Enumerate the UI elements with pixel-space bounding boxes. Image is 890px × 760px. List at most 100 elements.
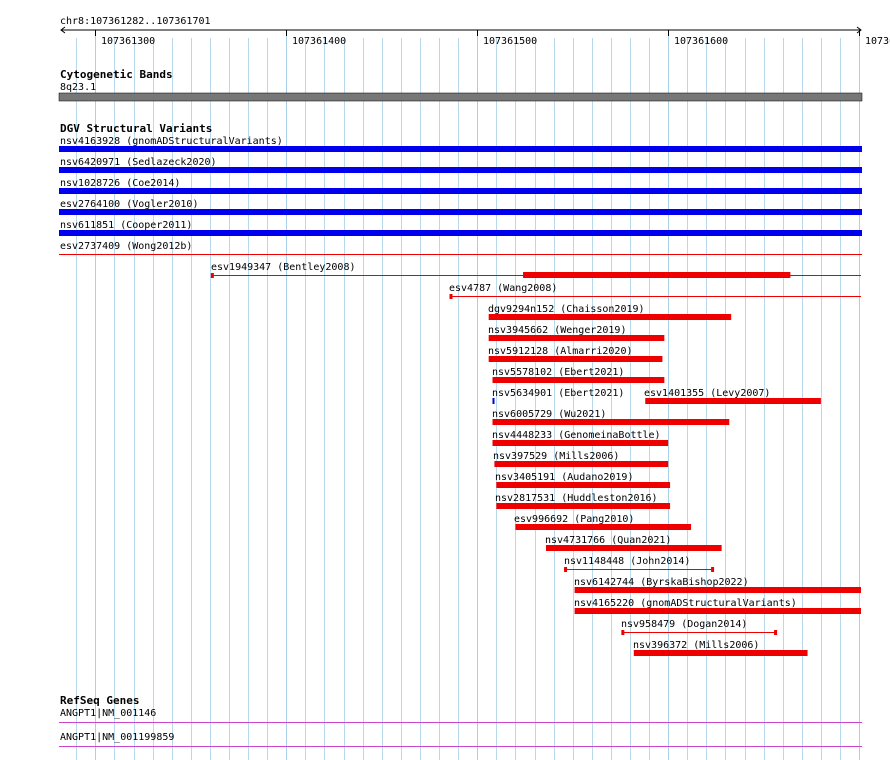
variant-label: nsv611851 (Cooper2011) [60, 220, 192, 231]
variant-bar [633, 650, 808, 656]
variant-feature[interactable]: nsv4165220 (gnomADStructuralVariants) [574, 598, 861, 614]
cytoband-band[interactable] [58, 92, 863, 102]
variant-label: nsv396372 (Mills2006) [633, 640, 759, 651]
ruler-tick-label: 107361300 [101, 36, 155, 47]
variant-label: nsv4163928 (gnomADStructuralVariants) [60, 136, 283, 147]
variant-bar [574, 608, 861, 614]
variant-label: nsv5912128 (Almarri2020) [488, 346, 633, 357]
variant-start-cap [210, 273, 214, 278]
variant-bar [574, 587, 861, 593]
variant-start-cap [564, 567, 568, 572]
variant-bar [59, 188, 862, 194]
variant-label: nsv4165220 (gnomADStructuralVariants) [574, 598, 797, 609]
variant-label: nsv2817531 (Huddleston2016) [495, 493, 658, 504]
dgv-features: nsv4163928 (gnomADStructuralVariants) nsv… [59, 136, 862, 656]
variant-feature[interactable]: nsv397529 (Mills2006) [493, 451, 669, 467]
variant-feature[interactable]: esv996692 (Pang2010) [514, 514, 692, 530]
variant-label: esv996692 (Pang2010) [514, 514, 634, 525]
ruler-ticks: 107361300 107361400 107361500 107361600 1073… [95, 30, 890, 47]
variant-label: esv1949347 (Bentley2008) [211, 262, 356, 273]
variant-label: esv2764100 (Vogler2010) [60, 199, 198, 210]
variant-start-cap [449, 294, 453, 299]
variant-bar [59, 167, 862, 173]
refseq-track-title: RefSeq Genes [60, 694, 139, 707]
variant-bar [488, 335, 665, 341]
variant-feature[interactable]: esv2737409 (Wong2012b) [59, 241, 862, 255]
variant-bar [492, 398, 495, 404]
gene-features: ANGPT1|NM_001146 ANGPT1|NM_001199859 [59, 708, 862, 747]
variant-feature[interactable]: nsv4163928 (gnomADStructuralVariants) [59, 136, 862, 152]
variant-bar [492, 440, 669, 446]
variant-feature[interactable]: esv2764100 (Vogler2010) [59, 199, 862, 215]
variant-label: nsv1028726 (Coe2014) [60, 178, 180, 189]
variant-feature[interactable]: nsv5912128 (Almarri2020) [488, 346, 663, 362]
ruler-tick-label: 107361500 [483, 36, 537, 47]
gene-feature[interactable]: ANGPT1|NM_001199859 [59, 732, 862, 747]
variant-feature[interactable]: nsv1148448 (John2014) [564, 556, 715, 572]
variant-feature[interactable]: nsv6142744 (ByrskaBishop2022) [574, 577, 861, 593]
variant-bar [492, 377, 665, 383]
variant-label: nsv5634901 (Ebert2021) [492, 388, 624, 399]
gene-label: ANGPT1|NM_001146 [60, 708, 156, 719]
variant-feature[interactable]: nsv6420971 (Sedlazeck2020) [59, 157, 862, 173]
cytoband-track: Cytogenetic Bands 8q23.1 [58, 68, 863, 102]
ruler-tick-label: 107361700 [865, 36, 890, 47]
variant-bar [496, 503, 671, 509]
variant-feature[interactable]: nsv5578102 (Ebert2021) [492, 367, 665, 383]
variant-feature[interactable]: nsv6005729 (Wu2021) [492, 409, 730, 425]
variant-feature[interactable]: nsv3405191 (Audano2019) [495, 472, 671, 488]
variant-feature[interactable]: nsv5634901 (Ebert2021) [492, 388, 624, 404]
dgv-track-title: DGV Structural Variants [60, 122, 212, 135]
variant-feature[interactable]: nsv396372 (Mills2006) [633, 640, 808, 656]
variant-bar [488, 314, 732, 320]
variant-label: nsv4731766 (Quan2021) [545, 535, 671, 546]
variant-end-cap [711, 567, 715, 572]
locus-label: chr8:107361282..107361701 [60, 16, 211, 27]
variant-feature[interactable]: esv1949347 (Bentley2008) [210, 262, 861, 278]
variant-label: nsv397529 (Mills2006) [493, 451, 619, 462]
cytoband-track-title: Cytogenetic Bands [60, 68, 173, 81]
variant-label: dgv9294n152 (Chaisson2019) [488, 304, 645, 315]
variant-label: esv4787 (Wang2008) [449, 283, 557, 294]
variant-bar [492, 419, 730, 425]
gene-label: ANGPT1|NM_001199859 [60, 732, 174, 743]
variant-bar [523, 272, 791, 278]
variant-bar [59, 146, 862, 152]
variant-bar [59, 209, 862, 215]
variant-feature[interactable]: nsv958479 (Dogan2014) [621, 619, 778, 635]
variant-feature[interactable]: nsv3945662 (Wenger2019) [488, 325, 665, 341]
variant-feature[interactable]: esv4787 (Wang2008) [449, 283, 861, 299]
variant-feature[interactable]: nsv1028726 (Coe2014) [59, 178, 862, 194]
ruler: chr8:107361282..107361701 107361300 10736… [60, 16, 890, 47]
variant-bar [494, 461, 669, 467]
variant-start-cap [621, 630, 625, 635]
variant-label: esv1401355 (Levy2007) [644, 388, 770, 399]
variant-label: esv2737409 (Wong2012b) [60, 241, 192, 252]
variant-feature[interactable]: dgv9294n152 (Chaisson2019) [488, 304, 732, 320]
variant-label: nsv6142744 (ByrskaBishop2022) [574, 577, 749, 588]
variant-feature[interactable]: nsv611851 (Cooper2011) [59, 220, 862, 236]
variant-bar [645, 398, 821, 404]
variant-label: nsv6420971 (Sedlazeck2020) [60, 157, 217, 168]
variant-label: nsv3405191 (Audano2019) [495, 472, 633, 483]
variant-label: nsv5578102 (Ebert2021) [492, 367, 624, 378]
variant-bar [59, 230, 862, 236]
variant-end-cap [774, 630, 778, 635]
variant-feature[interactable]: nsv4731766 (Quan2021) [545, 535, 722, 551]
variant-feature[interactable]: nsv2817531 (Huddleston2016) [495, 493, 671, 509]
ruler-tick-label: 107361600 [674, 36, 728, 47]
genome-browser-view: chr8:107361282..107361701 107361300 10736… [58, 16, 890, 760]
variant-bar [496, 482, 671, 488]
gene-feature[interactable]: ANGPT1|NM_001146 [59, 708, 862, 723]
variant-label: nsv6005729 (Wu2021) [492, 409, 606, 420]
dgv-track: DGV Structural Variants nsv4163928 (gnom… [59, 122, 862, 656]
variant-label: nsv1148448 (John2014) [564, 556, 690, 567]
cytoband-label: 8q23.1 [60, 82, 96, 93]
refseq-track: RefSeq Genes ANGPT1|NM_001146ANGPT1|NM_0… [59, 694, 862, 747]
variant-feature[interactable]: esv1401355 (Levy2007) [644, 388, 821, 404]
variant-feature[interactable]: nsv4448233 (GenomeinaBottle) [492, 430, 669, 446]
variant-label: nsv958479 (Dogan2014) [621, 619, 747, 630]
variant-label: nsv3945662 (Wenger2019) [488, 325, 626, 336]
variant-bar [515, 524, 692, 530]
ruler-tick-label: 107361400 [292, 36, 346, 47]
